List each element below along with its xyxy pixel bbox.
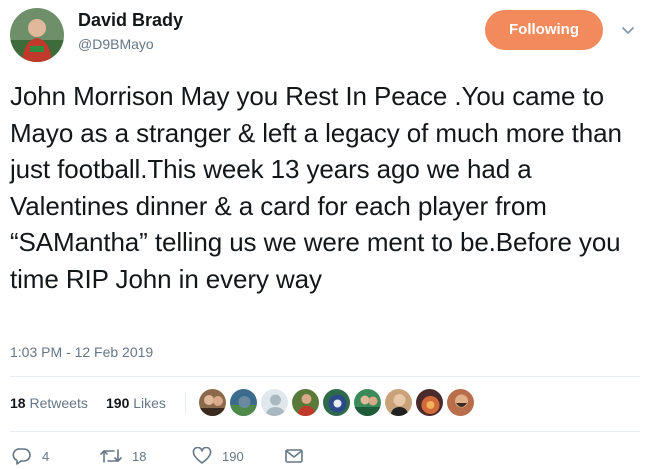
- retweets-count: 18: [10, 395, 26, 411]
- tweet-text: John Morrison May you Rest In Peace .You…: [10, 81, 622, 294]
- reply-icon: [12, 448, 31, 465]
- direct-message-button[interactable]: [284, 445, 314, 467]
- retweet-count: 18: [132, 448, 147, 464]
- author-display-name[interactable]: David Brady: [78, 10, 183, 31]
- profile-photo-icon: [10, 8, 64, 62]
- divider: [10, 376, 640, 377]
- liker-avatar[interactable]: [291, 388, 320, 417]
- liker-avatar[interactable]: [384, 388, 413, 417]
- like-button[interactable]: 190: [192, 445, 244, 467]
- liker-avatar[interactable]: [198, 388, 227, 417]
- retweet-button[interactable]: 18: [100, 445, 146, 467]
- liker-avatar[interactable]: [415, 388, 444, 417]
- tweet-card: David Brady @D9BMayo Following John Morr…: [0, 0, 650, 469]
- liker-avatar[interactable]: [229, 388, 258, 417]
- following-button[interactable]: Following: [485, 10, 603, 50]
- likes-stat[interactable]: 190 Likes: [106, 395, 166, 411]
- divider: [10, 431, 640, 432]
- retweets-stat[interactable]: 18 Retweets: [10, 395, 88, 411]
- author-handle[interactable]: @D9BMayo: [78, 36, 154, 52]
- tweet-timestamp[interactable]: 1:03 PM - 12 Feb 2019: [10, 344, 153, 360]
- likes-label: Likes: [133, 395, 166, 411]
- heart-icon: [192, 447, 212, 464]
- retweet-icon: [100, 449, 122, 463]
- reply-count: 4: [42, 448, 50, 464]
- likes-count: 190: [106, 395, 130, 411]
- liker-avatar[interactable]: [322, 388, 351, 417]
- author-avatar[interactable]: [10, 8, 64, 62]
- envelope-icon: [285, 449, 303, 463]
- like-count: 190: [222, 448, 244, 464]
- stats-separator: [185, 392, 186, 414]
- liker-avatar[interactable]: [260, 388, 289, 417]
- reply-button[interactable]: 4: [12, 445, 49, 467]
- liker-avatar[interactable]: [353, 388, 382, 417]
- liker-avatar[interactable]: [446, 388, 475, 417]
- chevron-down-icon[interactable]: [620, 22, 636, 38]
- retweets-label: Retweets: [29, 395, 88, 411]
